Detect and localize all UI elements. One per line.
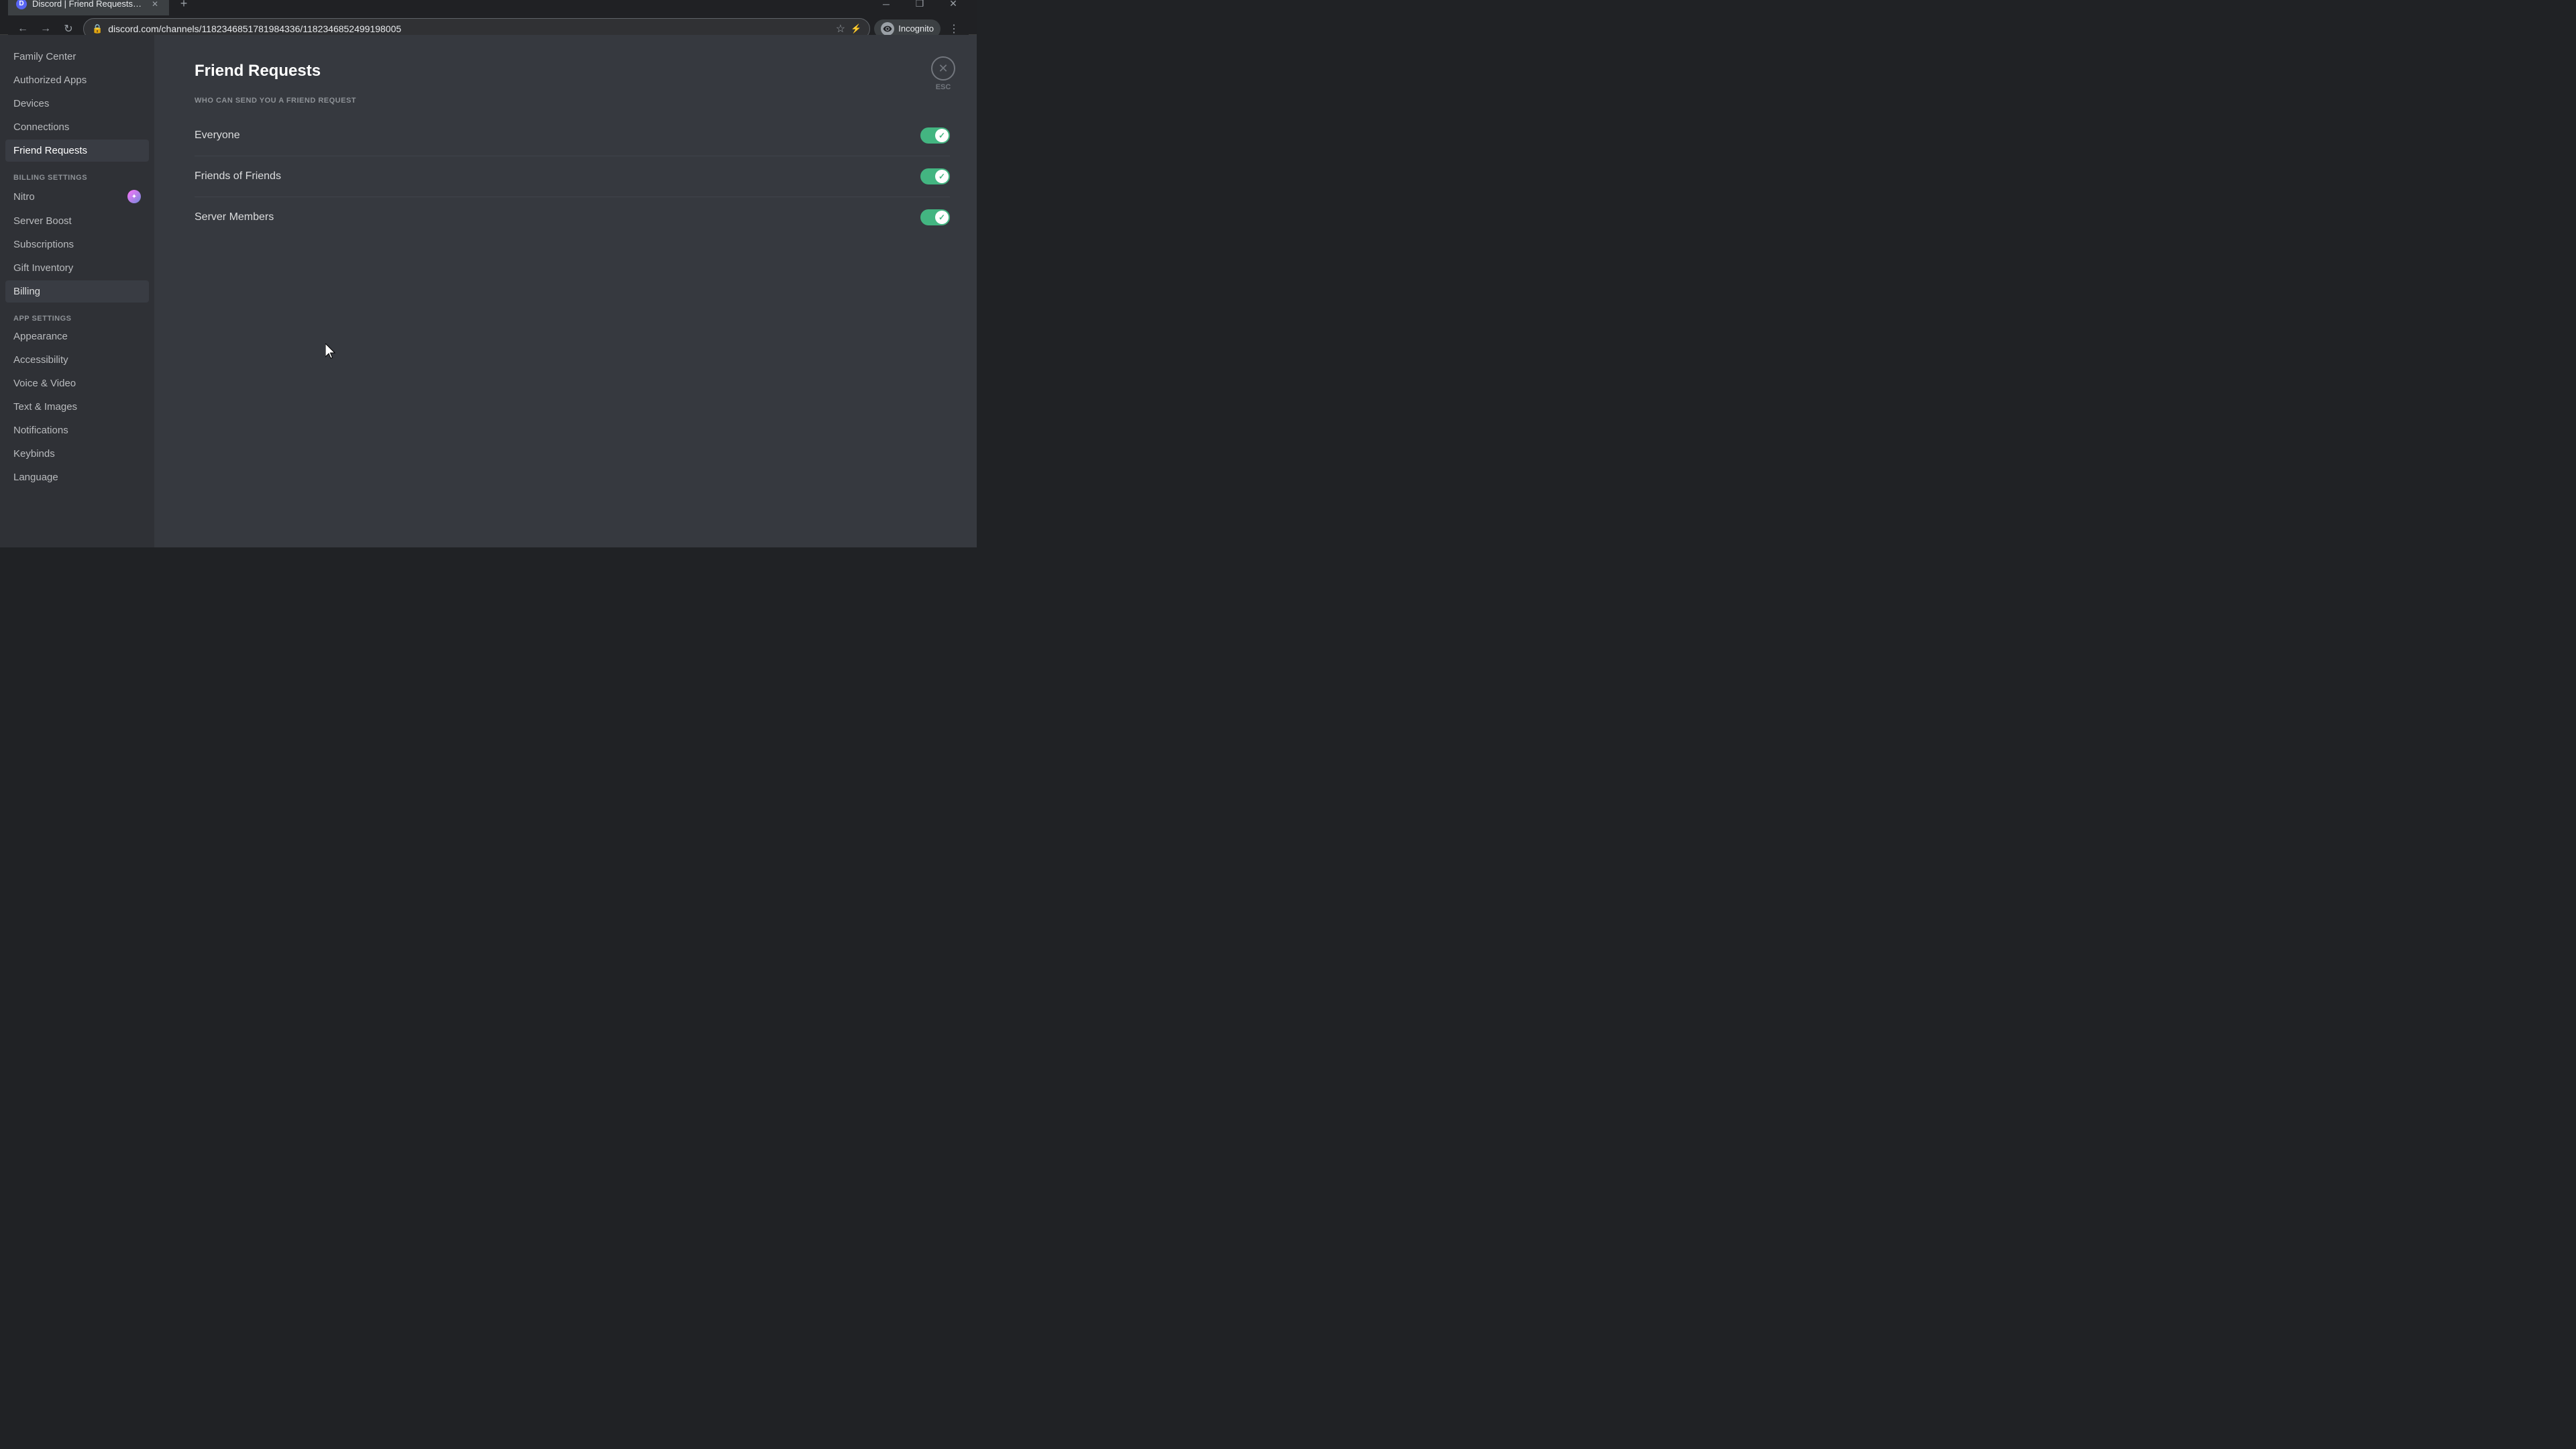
sidebar-item-subscriptions[interactable]: Subscriptions <box>5 233 149 256</box>
sidebar-item-authorized-apps[interactable]: Authorized Apps <box>5 69 149 91</box>
everyone-toggle[interactable]: ✓ <box>920 127 950 144</box>
sidebar-item-label: Language <box>13 472 58 483</box>
section-label: WHO CAN SEND YOU A FRIEND REQUEST <box>195 97 950 105</box>
checkmark-icon: ✓ <box>938 131 945 140</box>
billing-settings-label: BILLING SETTINGS <box>5 163 149 184</box>
sidebar-item-accessibility[interactable]: Accessibility <box>5 349 149 371</box>
sidebar-item-label: Billing <box>13 286 40 297</box>
sidebar-item-label: Gift Inventory <box>13 262 73 274</box>
checkmark-icon: ✓ <box>938 213 945 222</box>
everyone-label: Everyone <box>195 129 240 142</box>
page-title: Friend Requests <box>195 62 950 80</box>
close-esc-button[interactable]: ✕ ESC <box>931 56 955 91</box>
address-text: discord.com/channels/1182346851781984336… <box>108 23 830 34</box>
main-content: ✕ ESC Friend Requests WHO CAN SEND YOU A… <box>154 35 977 547</box>
sidebar-item-label: Notifications <box>13 425 68 436</box>
sidebar-item-label: Subscriptions <box>13 239 74 250</box>
sidebar-item-label: Friend Requests <box>13 145 87 156</box>
friends-of-friends-toggle[interactable]: ✓ <box>920 168 950 184</box>
close-window-button[interactable]: ✕ <box>938 0 969 15</box>
sidebar-item-voice-video[interactable]: Voice & Video <box>5 372 149 394</box>
server-members-label: Server Members <box>195 211 274 223</box>
sidebar-item-server-boost[interactable]: Server Boost <box>5 210 149 232</box>
new-tab-button[interactable]: + <box>174 0 193 13</box>
checkmark-icon: ✓ <box>938 172 945 181</box>
sidebar-item-keybinds[interactable]: Keybinds <box>5 443 149 465</box>
sidebar-item-label: Server Boost <box>13 215 72 227</box>
sidebar-item-label: Nitro <box>13 191 35 203</box>
esc-label: ESC <box>936 83 951 91</box>
settings-list: Everyone ✓ Friends of Friends ✓ Server M… <box>195 115 950 237</box>
friends-of-friends-label: Friends of Friends <box>195 170 281 182</box>
sidebar-item-label: Text & Images <box>13 401 77 413</box>
lock-icon: 🔒 <box>92 23 103 34</box>
sidebar-item-friend-requests[interactable]: Friend Requests <box>5 140 149 162</box>
extensions-icon[interactable]: ⚡ <box>851 23 861 34</box>
sidebar-item-label: Voice & Video <box>13 378 76 389</box>
cursor <box>325 343 339 357</box>
browser-tab[interactable]: D Discord | Friend Requests | User... ✕ <box>8 0 169 15</box>
sidebar-item-family-center[interactable]: Family Center <box>5 46 149 68</box>
sidebar-item-billing[interactable]: Billing <box>5 280 149 303</box>
tab-favicon: D <box>16 0 27 9</box>
sidebar-item-label: Authorized Apps <box>13 74 87 86</box>
sidebar-item-devices[interactable]: Devices <box>5 93 149 115</box>
tab-close-button[interactable]: ✕ <box>149 0 161 10</box>
friends-of-friends-setting-row: Friends of Friends ✓ <box>195 156 950 197</box>
friends-of-friends-toggle-knob: ✓ <box>935 170 949 183</box>
incognito-icon <box>881 22 894 36</box>
server-members-toggle-knob: ✓ <box>935 211 949 224</box>
app-settings-label: APP SETTINGS <box>5 304 149 325</box>
sidebar-item-text-images[interactable]: Text & Images <box>5 396 149 418</box>
server-members-setting-row: Server Members ✓ <box>195 197 950 237</box>
sidebar-item-connections[interactable]: Connections <box>5 116 149 138</box>
minimize-button[interactable]: ─ <box>871 0 902 15</box>
sidebar-item-label: Connections <box>13 121 69 133</box>
bookmark-icon[interactable]: ☆ <box>836 22 845 36</box>
sidebar-item-label: Accessibility <box>13 354 68 366</box>
sidebar-item-language[interactable]: Language <box>5 466 149 488</box>
everyone-setting-row: Everyone ✓ <box>195 115 950 156</box>
incognito-label: Incognito <box>898 23 934 34</box>
sidebar-item-appearance[interactable]: Appearance <box>5 325 149 347</box>
sidebar-item-gift-inventory[interactable]: Gift Inventory <box>5 257 149 279</box>
nitro-badge: ✦ <box>127 190 141 203</box>
maximize-button[interactable]: ❐ <box>904 0 935 15</box>
everyone-toggle-knob: ✓ <box>935 129 949 142</box>
browser-chrome: D Discord | Friend Requests | User... ✕ … <box>0 0 977 35</box>
sidebar-item-notifications[interactable]: Notifications <box>5 419 149 441</box>
app-layout: Family Center Authorized Apps Devices Co… <box>0 35 977 547</box>
tab-title: Discord | Friend Requests | User... <box>32 0 144 9</box>
close-circle-icon: ✕ <box>931 56 955 80</box>
server-members-toggle[interactable]: ✓ <box>920 209 950 225</box>
sidebar-item-label: Devices <box>13 98 49 109</box>
sidebar-item-label: Keybinds <box>13 448 55 460</box>
sidebar-item-label: Appearance <box>13 331 68 342</box>
sidebar-item-label: Family Center <box>13 51 76 62</box>
sidebar: Family Center Authorized Apps Devices Co… <box>0 35 154 547</box>
window-controls: ─ ❐ ✕ <box>871 0 969 15</box>
sidebar-item-nitro[interactable]: Nitro ✦ <box>5 184 149 209</box>
